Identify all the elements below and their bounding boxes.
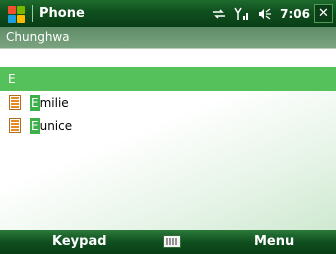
list-item[interactable]: Emilie (0, 91, 336, 114)
match-highlight: E (30, 117, 40, 134)
signal-strength-icon[interactable] (234, 7, 250, 21)
close-button[interactable]: ✕ (314, 4, 333, 23)
menu-softkey[interactable]: Menu (254, 230, 294, 254)
name-rest: unice (39, 118, 73, 133)
app-title: Phone (39, 6, 85, 21)
contact-card-icon (9, 95, 21, 110)
windows-start-icon[interactable] (6, 4, 28, 24)
softkey-bar: Keypad Menu (0, 230, 336, 254)
match-highlight: E (30, 94, 40, 111)
status-icons: 7:06 (212, 0, 310, 27)
contact-name: Eunice (30, 117, 73, 134)
title-separator (32, 5, 33, 22)
sync-arrows-icon[interactable] (212, 8, 226, 20)
title-bar: Phone 7:06 ✕ (0, 0, 336, 27)
name-rest: milie (39, 95, 69, 110)
contact-name: Emilie (30, 94, 69, 111)
list-item[interactable]: Eunice (0, 114, 336, 137)
carrier-name: Chunghwa (0, 27, 336, 49)
contact-card-icon (9, 118, 21, 133)
search-input[interactable]: E (0, 67, 336, 91)
keypad-softkey[interactable]: Keypad (52, 230, 107, 254)
contact-list: Emilie Eunice (0, 91, 336, 230)
clock-time[interactable]: 7:06 (280, 7, 310, 21)
speaker-volume-icon[interactable] (258, 8, 272, 20)
keyboard-icon[interactable] (163, 235, 181, 248)
